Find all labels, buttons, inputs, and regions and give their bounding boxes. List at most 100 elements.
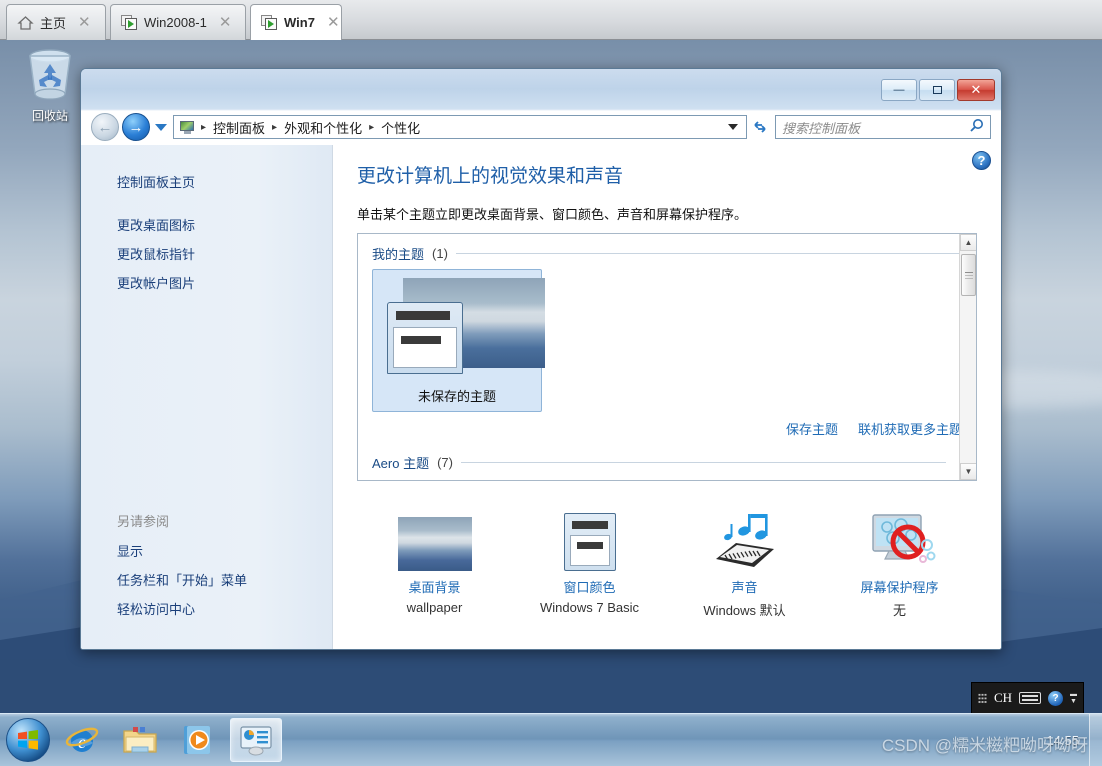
start-button[interactable] bbox=[6, 718, 50, 762]
taskbar: e 14:55 bbox=[0, 713, 1102, 766]
setting-label[interactable]: 屏幕保护程序 bbox=[825, 577, 975, 596]
system-tray: 14:55 bbox=[1038, 714, 1102, 766]
tab-label: 主页 bbox=[40, 16, 67, 31]
content-pane: ? 更改计算机上的视觉效果和声音 单击某个主题立即更改桌面背景、窗口颜色、声音和… bbox=[333, 145, 1001, 649]
language-bar-options-icon[interactable]: ▬ ▼ bbox=[1070, 691, 1077, 705]
drag-handle-icon[interactable] bbox=[977, 692, 987, 704]
taskbar-button-control-panel[interactable] bbox=[230, 718, 282, 762]
show-desktop-button[interactable] bbox=[1089, 714, 1102, 766]
theme-group-name: Aero 主题 bbox=[372, 456, 430, 471]
theme-actions: 保存主题 联机获取更多主题 bbox=[786, 419, 962, 438]
sidebar-item-control-panel-home[interactable]: 控制面板主页 bbox=[81, 167, 332, 196]
page-title: 更改计算机上的视觉效果和声音 bbox=[357, 166, 624, 187]
vm-icon bbox=[261, 14, 278, 31]
setting-label[interactable]: 桌面背景 bbox=[360, 577, 510, 596]
breadcrumb-item-1[interactable]: 外观和个性化 bbox=[280, 117, 366, 138]
sidebar-item-change-account-picture[interactable]: 更改帐户图片 bbox=[81, 268, 332, 297]
sidebar-see-also-section: 另请参阅 显示 任务栏和「开始」菜单 轻松访问中心 bbox=[81, 507, 332, 649]
address-bar[interactable]: ▸ 控制面板 ▸ 外观和个性化 ▸ 个性化 bbox=[173, 115, 747, 139]
screensaver-icon bbox=[825, 509, 975, 571]
setting-screen-saver[interactable]: 屏幕保护程序 无 bbox=[825, 509, 975, 619]
control-panel-icon bbox=[179, 120, 196, 135]
minimize-button[interactable]: — bbox=[881, 79, 917, 101]
language-bar[interactable]: CH ? ▬ ▼ bbox=[970, 682, 1084, 714]
windows-logo-icon bbox=[18, 730, 38, 750]
window-title-bar[interactable]: — ✕ bbox=[81, 69, 1001, 109]
maximize-button[interactable] bbox=[919, 79, 955, 101]
sidebar-item-change-mouse-pointers[interactable]: 更改鼠标指针 bbox=[81, 239, 332, 268]
wallpaper-icon bbox=[360, 509, 510, 571]
sidebar-item-display[interactable]: 显示 bbox=[81, 536, 332, 565]
search-icon bbox=[969, 118, 984, 137]
recycle-bin-icon bbox=[29, 49, 71, 100]
setting-value: 无 bbox=[892, 603, 906, 618]
theme-group-count: (7) bbox=[437, 455, 453, 470]
get-more-themes-online-link[interactable]: 联机获取更多主题 bbox=[858, 419, 962, 438]
tab-win7[interactable]: Win7 ✕ bbox=[250, 4, 342, 40]
search-input[interactable]: 搜索控制面板 bbox=[775, 115, 991, 139]
theme-name: 未保存的主题 bbox=[417, 389, 496, 404]
vm-tab-bar: 主页 ✕ Win2008-1 ✕ Win7 ✕ bbox=[0, 0, 1102, 40]
history-dropdown-icon[interactable] bbox=[155, 123, 167, 131]
close-button[interactable]: ✕ bbox=[957, 79, 995, 101]
breadcrumb-separator: ▸ bbox=[201, 121, 207, 133]
divider bbox=[460, 462, 946, 463]
desktop-icon-recycle-bin[interactable]: 回收站 bbox=[12, 46, 88, 124]
folder-icon bbox=[123, 727, 157, 753]
personalization-settings-row: 桌面背景 wallpaper 窗口颜色 Windows 7 Basic 声音 W… bbox=[357, 509, 977, 637]
media-player-icon bbox=[184, 726, 210, 754]
vm-icon bbox=[121, 14, 138, 31]
themes-vertical-scrollbar[interactable]: ▲ ▼ bbox=[959, 234, 976, 480]
scroll-up-arrow-icon[interactable]: ▲ bbox=[960, 234, 976, 251]
keyboard-icon[interactable] bbox=[1019, 692, 1041, 704]
window-body: 控制面板主页 更改桌面图标 更改鼠标指针 更改帐户图片 另请参阅 显示 任务栏和… bbox=[81, 145, 1001, 649]
sidebar-item-taskbar-start-menu[interactable]: 任务栏和「开始」菜单 bbox=[81, 565, 332, 594]
clock-time: 14:55 bbox=[1046, 732, 1079, 748]
theme-item-unsaved[interactable]: 未保存的主题 bbox=[372, 269, 545, 412]
scroll-down-arrow-icon[interactable]: ▼ bbox=[960, 463, 976, 480]
theme-window-preview bbox=[387, 302, 463, 374]
page-subtitle: 单击某个主题立即更改桌面背景、窗口颜色、声音和屏幕保护程序。 bbox=[357, 207, 748, 222]
taskbar-button-windows-explorer[interactable] bbox=[114, 718, 166, 762]
tab-label: Win7 bbox=[284, 15, 315, 30]
forward-button[interactable]: → bbox=[122, 113, 150, 141]
search-placeholder: 搜索控制面板 bbox=[782, 120, 861, 136]
window-color-icon bbox=[515, 509, 665, 571]
control-panel-icon bbox=[240, 726, 272, 756]
setting-window-color[interactable]: 窗口颜色 Windows 7 Basic bbox=[515, 509, 665, 615]
setting-label[interactable]: 窗口颜色 bbox=[515, 577, 665, 596]
setting-value: wallpaper bbox=[406, 600, 463, 615]
tab-close-icon[interactable]: ✕ bbox=[219, 15, 232, 30]
sidebar-item-ease-of-access-center[interactable]: 轻松访问中心 bbox=[81, 594, 332, 623]
refresh-button[interactable] bbox=[747, 115, 773, 139]
save-theme-link[interactable]: 保存主题 bbox=[786, 419, 838, 438]
setting-desktop-background[interactable]: 桌面背景 wallpaper bbox=[360, 509, 510, 615]
internet-explorer-icon: e bbox=[65, 727, 99, 752]
theme-thumbnail bbox=[379, 276, 545, 382]
taskbar-button-internet-explorer[interactable]: e bbox=[56, 718, 108, 762]
breadcrumb-item-0[interactable]: 控制面板 bbox=[209, 117, 269, 138]
navigation-bar: ← → ▸ 控制面板 ▸ 外观和个性化 ▸ 个性化 搜索控制面板 bbox=[81, 109, 1001, 145]
help-icon[interactable]: ? bbox=[1048, 690, 1063, 706]
setting-sounds[interactable]: 声音 Windows 默认 bbox=[670, 509, 820, 619]
breadcrumb-item-2[interactable]: 个性化 bbox=[377, 117, 424, 138]
theme-group-header-my-themes: 我的主题 (1) bbox=[372, 244, 962, 263]
input-language-label[interactable]: CH bbox=[994, 690, 1012, 706]
help-icon[interactable]: ? bbox=[972, 151, 991, 170]
tab-label: Win2008-1 bbox=[144, 15, 207, 30]
clock[interactable]: 14:55 bbox=[1038, 714, 1089, 766]
taskbar-button-media-player[interactable] bbox=[172, 718, 224, 762]
window-control-buttons: — ✕ bbox=[881, 79, 995, 101]
scrollbar-thumb[interactable] bbox=[961, 254, 976, 296]
theme-group-name: 我的主题 bbox=[372, 247, 425, 262]
back-button[interactable]: ← bbox=[91, 113, 119, 141]
tab-close-icon[interactable]: ✕ bbox=[78, 15, 91, 30]
chevron-down-icon[interactable] bbox=[728, 124, 738, 130]
tab-close-icon[interactable]: ✕ bbox=[327, 15, 340, 30]
tab-win2008-1[interactable]: Win2008-1 ✕ bbox=[110, 4, 246, 40]
theme-group-count: (1) bbox=[432, 246, 448, 261]
setting-label[interactable]: 声音 bbox=[670, 577, 820, 596]
tab-home[interactable]: 主页 ✕ bbox=[6, 4, 106, 40]
refresh-icon bbox=[754, 121, 766, 133]
sidebar-item-change-desktop-icons[interactable]: 更改桌面图标 bbox=[81, 210, 332, 239]
